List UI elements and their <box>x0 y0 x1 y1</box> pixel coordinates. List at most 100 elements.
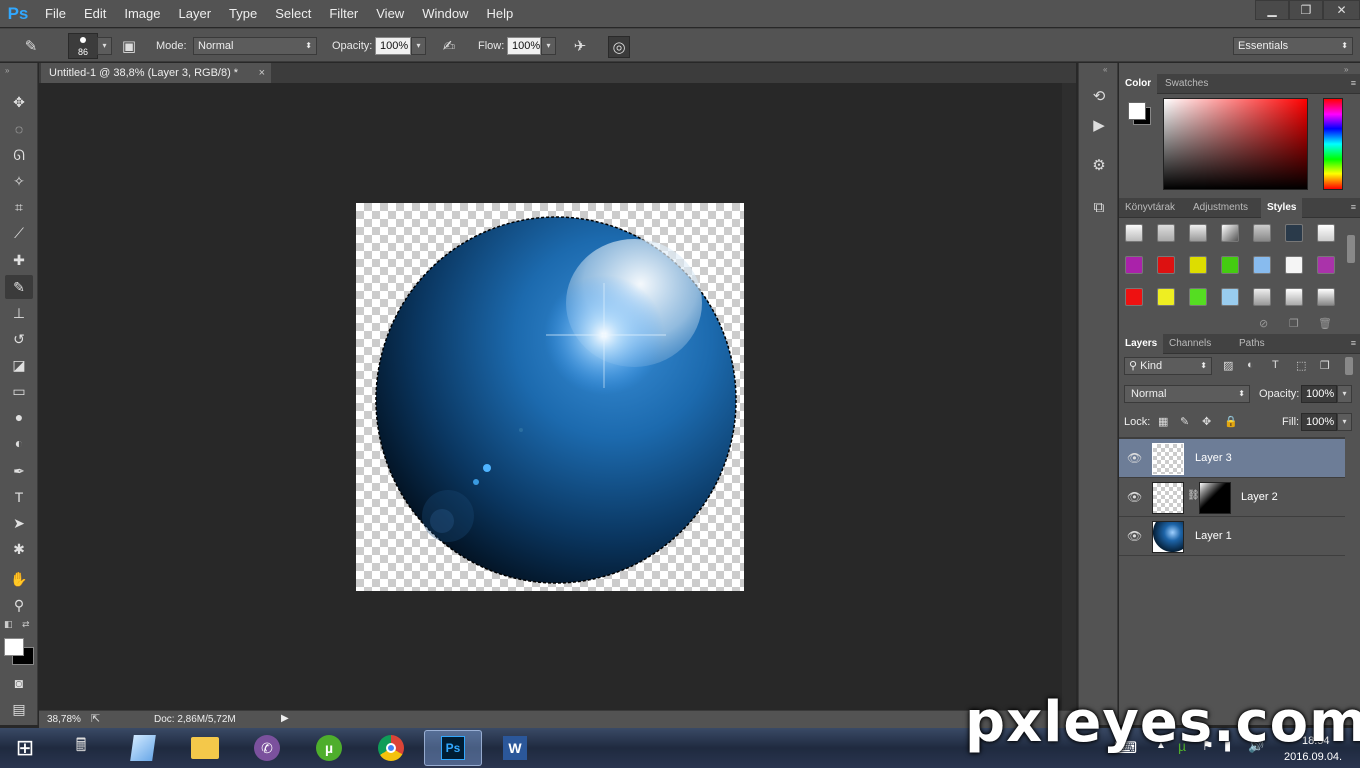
history-brush-tool-icon[interactable]: ↺ <box>5 327 33 351</box>
clone-stamp-tool-icon[interactable]: ⊥ <box>5 301 33 325</box>
fill-field[interactable]: 100% <box>1301 413 1337 431</box>
brush-preset-picker[interactable]: 86 <box>68 33 98 59</box>
panel-menu-icon[interactable]: ≡ <box>1351 78 1356 88</box>
menu-view[interactable]: View <box>367 0 413 27</box>
style-swatch[interactable] <box>1285 256 1303 274</box>
document-tab[interactable]: Untitled-1 @ 38,8% (Layer 3, RGB/8) * × <box>41 63 271 83</box>
style-swatch[interactable] <box>1317 256 1335 274</box>
styles-scrollbar[interactable] <box>1347 235 1355 263</box>
vertical-scrollbar[interactable] <box>1062 83 1076 710</box>
style-swatch[interactable] <box>1125 288 1143 306</box>
menu-image[interactable]: Image <box>115 0 169 27</box>
move-tool-icon[interactable]: ✥ <box>5 90 33 114</box>
default-colors-icon[interactable]: ◧ <box>4 619 13 630</box>
dodge-tool-icon[interactable]: ◐ <box>5 431 33 455</box>
document-canvas[interactable] <box>356 203 744 591</box>
hand-tool-icon[interactable]: ✋ <box>5 567 33 591</box>
eyedropper-tool-icon[interactable]: ⟋ <box>5 221 33 245</box>
workspace-select[interactable]: Essentials ⬍ <box>1233 37 1353 55</box>
menu-help[interactable]: Help <box>477 0 522 27</box>
style-swatch[interactable] <box>1125 256 1143 274</box>
style-swatch[interactable] <box>1157 288 1175 306</box>
style-swatch[interactable] <box>1157 256 1175 274</box>
visibility-eye-icon[interactable]: 👁 <box>1127 451 1142 465</box>
brush-panel-toggle-icon[interactable]: ▣ <box>118 36 140 58</box>
pressure-size-icon[interactable]: ◎ <box>608 36 630 58</box>
properties-panel-icon[interactable]: ⚙ <box>1087 154 1111 178</box>
quick-mask-icon[interactable]: ◙ <box>5 671 33 695</box>
tab-layers[interactable]: Layers <box>1119 334 1164 354</box>
menu-select[interactable]: Select <box>266 0 320 27</box>
tab-color[interactable]: Color <box>1119 74 1158 94</box>
layer-row-layer-2[interactable]: 👁 ⛓ Layer 2 <box>1119 478 1345 517</box>
start-button[interactable]: ⊞ <box>0 730 50 766</box>
actions-play-icon[interactable]: ▶ <box>1087 114 1111 138</box>
brush-size-dropdown[interactable]: ▾ <box>97 37 112 55</box>
tab-libraries[interactable]: Könyvtárak <box>1119 198 1181 218</box>
minimize-button[interactable]: ▁ <box>1255 0 1289 20</box>
style-swatch[interactable] <box>1157 224 1175 242</box>
style-swatch[interactable] <box>1221 288 1239 306</box>
filter-toggle[interactable] <box>1345 357 1353 375</box>
opacity-field[interactable]: 100% <box>375 37 411 55</box>
close-button[interactable]: ✕ <box>1323 0 1360 20</box>
flow-field[interactable]: 100% <box>507 37 541 55</box>
fill-dropdown[interactable]: ▾ <box>1337 413 1352 431</box>
tab-styles[interactable]: Styles <box>1261 198 1303 218</box>
lock-all-icon[interactable]: 🔒 <box>1224 415 1238 428</box>
quick-selection-tool-icon[interactable]: ✧ <box>5 169 33 193</box>
screen-mode-icon[interactable]: ▤ <box>5 697 33 721</box>
blur-tool-icon[interactable]: ● <box>5 405 33 429</box>
tab-channels[interactable]: Channels <box>1163 334 1217 354</box>
mode-select[interactable]: Normal ⬍ <box>193 37 317 55</box>
menu-layer[interactable]: Layer <box>170 0 221 27</box>
tab-adjustments[interactable]: Adjustments <box>1187 198 1254 218</box>
style-swatch[interactable] <box>1189 256 1207 274</box>
taskbar-photoshop[interactable]: Ps <box>424 730 482 766</box>
lock-image-icon[interactable]: ✎ <box>1180 415 1189 428</box>
clone-source-icon[interactable]: ⧉ <box>1087 196 1111 220</box>
brush-tool-icon[interactable]: ✎ <box>5 275 33 299</box>
taskbar-utorrent[interactable]: µ <box>300 730 358 766</box>
type-tool-icon[interactable]: T <box>5 485 33 509</box>
close-icon[interactable]: × <box>259 63 265 83</box>
status-menu-arrow-icon[interactable]: ▶ <box>281 713 289 724</box>
style-swatch[interactable] <box>1253 288 1271 306</box>
filter-pixel-icon[interactable]: ▨ <box>1223 359 1233 372</box>
pressure-opacity-icon[interactable]: ✍ <box>438 36 460 58</box>
gradient-tool-icon[interactable]: ▭ <box>5 379 33 403</box>
blend-mode-select[interactable]: Normal ⬍ <box>1124 385 1250 403</box>
filter-smart-object-icon[interactable]: ❒ <box>1320 359 1330 372</box>
layer-opacity-field[interactable]: 100% <box>1301 385 1337 403</box>
style-swatch[interactable] <box>1285 224 1303 242</box>
style-swatch[interactable] <box>1125 224 1143 242</box>
crop-tool-icon[interactable]: ⌗ <box>5 195 33 219</box>
visibility-eye-icon[interactable]: 👁 <box>1127 490 1142 504</box>
layer-mask-thumbnail[interactable] <box>1199 482 1231 514</box>
filter-adjustment-icon[interactable]: ◐ <box>1247 359 1254 371</box>
collapse-icon[interactable]: » <box>5 66 9 75</box>
airbrush-icon[interactable]: ✈ <box>569 36 591 58</box>
mask-link-icon[interactable]: ⛓ <box>1187 490 1200 501</box>
taskbar-chrome[interactable] <box>362 730 420 766</box>
tab-swatches[interactable]: Swatches <box>1159 74 1214 94</box>
collapse-icon[interactable]: « <box>1103 65 1107 74</box>
zoom-tool-icon[interactable]: ⚲ <box>5 593 33 617</box>
taskbar-explorer[interactable] <box>176 730 234 766</box>
history-panel-icon[interactable]: ⟲ <box>1087 85 1111 109</box>
layer-row-layer-3[interactable]: 👁 Layer 3 <box>1119 439 1345 478</box>
delete-style-icon[interactable]: 🗑 <box>1318 317 1332 330</box>
swap-colors-icon[interactable]: ⇄ <box>22 619 30 630</box>
color-field[interactable] <box>1163 98 1308 190</box>
custom-shape-tool-icon[interactable]: ✱ <box>5 537 33 561</box>
pen-tool-icon[interactable]: ✒ <box>5 459 33 483</box>
menu-file[interactable]: File <box>36 0 75 27</box>
style-swatch[interactable] <box>1221 256 1239 274</box>
menu-filter[interactable]: Filter <box>320 0 367 27</box>
style-swatch[interactable] <box>1253 224 1271 242</box>
style-swatch[interactable] <box>1189 224 1207 242</box>
style-swatch[interactable] <box>1285 288 1303 306</box>
filter-shape-icon[interactable]: ⬚ <box>1296 359 1306 372</box>
style-swatch[interactable] <box>1189 288 1207 306</box>
filter-type-icon[interactable]: T <box>1272 359 1279 371</box>
